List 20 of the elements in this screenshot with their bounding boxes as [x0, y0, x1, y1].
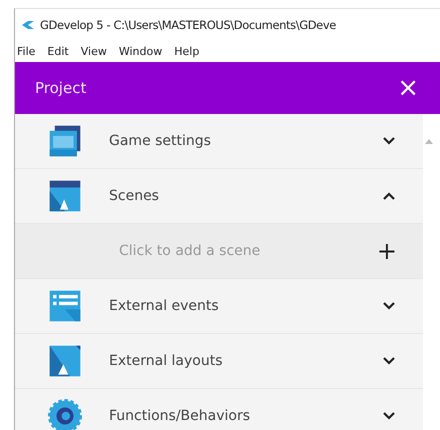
menu-item[interactable]: Window: [118, 44, 162, 58]
section-label: External layouts: [109, 353, 224, 369]
section-label: Game settings: [109, 133, 212, 149]
gear-icon: [48, 399, 82, 430]
scroll-up-icon[interactable]: [425, 139, 433, 144]
add-button[interactable]: +: [376, 239, 397, 263]
panel-title: Project: [35, 79, 86, 97]
settings-window-icon: [48, 124, 82, 158]
section-label: Functions/Behaviors: [109, 408, 252, 424]
menu-item[interactable]: View: [80, 44, 107, 58]
menu-item[interactable]: Help: [174, 44, 200, 58]
section-label: External events: [109, 298, 220, 314]
window-title: GDevelop 5 - C:\Users\MASTEROUS\Documents\GDeve: [40, 18, 336, 32]
menu-item[interactable]: File: [17, 44, 36, 58]
app-logo-icon: [21, 20, 35, 30]
close-button[interactable]: ×: [397, 75, 419, 101]
section-label: Scenes: [109, 188, 160, 204]
clapperboard-icon: [48, 179, 82, 213]
list-window-icon: [48, 289, 82, 323]
menu-item[interactable]: Edit: [47, 44, 69, 58]
